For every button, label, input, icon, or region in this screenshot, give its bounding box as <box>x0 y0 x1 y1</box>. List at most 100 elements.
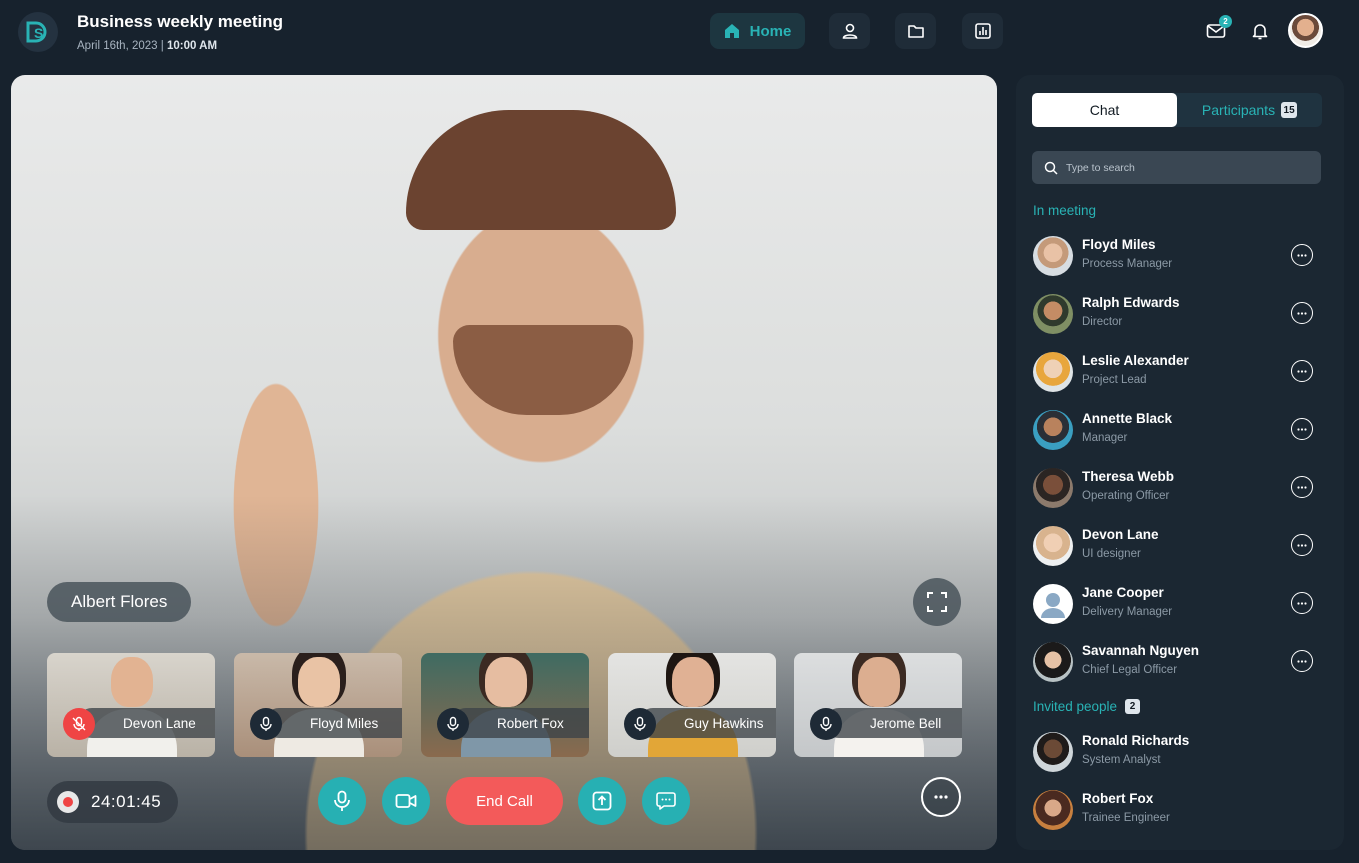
share-screen-button[interactable] <box>578 777 626 825</box>
nav-home-button[interactable]: Home <box>710 13 805 49</box>
tab-participants[interactable]: Participants 15 <box>1177 93 1322 127</box>
avatar <box>1033 732 1073 772</box>
tab-participants-label: Participants <box>1201 102 1276 118</box>
mic-button[interactable] <box>250 708 282 740</box>
speaker-video-hair <box>406 110 676 230</box>
more-icon <box>1297 427 1307 431</box>
participant-row[interactable]: Theresa Webb Operating Officer <box>1033 466 1323 510</box>
in-meeting-label: In meeting <box>1033 203 1097 218</box>
more-options-button[interactable] <box>921 777 961 817</box>
participant-row[interactable]: Annette Black Manager <box>1033 408 1323 452</box>
participant-video <box>298 657 340 707</box>
mic-icon <box>820 716 832 731</box>
avatar <box>1033 790 1073 830</box>
participant-row[interactable]: Ralph Edwards Director <box>1033 292 1323 336</box>
more-icon <box>1297 659 1307 663</box>
participant-more-button[interactable] <box>1291 360 1313 382</box>
mic-icon <box>634 716 646 731</box>
invited-row[interactable]: Robert Fox Trainee Engineer <box>1033 788 1323 832</box>
avatar <box>1033 468 1073 508</box>
participant-row[interactable]: Floyd Miles Process Manager <box>1033 234 1323 278</box>
mic-button[interactable] <box>437 708 469 740</box>
chart-icon <box>974 23 991 39</box>
camera-toggle-button[interactable] <box>382 777 430 825</box>
participant-video <box>858 657 900 707</box>
nav-folder-button[interactable] <box>895 13 936 49</box>
participant-row[interactable]: Leslie Alexander Project Lead <box>1033 350 1323 394</box>
participant-role: Manager <box>1082 432 1128 444</box>
avatar <box>1033 294 1073 334</box>
participant-more-button[interactable] <box>1291 592 1313 614</box>
nav-people-button[interactable] <box>829 13 870 49</box>
share-screen-icon <box>592 791 612 811</box>
participant-search <box>1032 151 1321 184</box>
mic-icon <box>260 716 272 731</box>
search-input[interactable] <box>1066 161 1296 174</box>
participant-name: Annette Black <box>1082 411 1173 426</box>
tab-chat[interactable]: Chat <box>1032 93 1177 127</box>
participant-row[interactable]: Devon Lane UI designer <box>1033 524 1323 568</box>
participant-name: Savannah Nguyen <box>1082 643 1200 658</box>
participant-more-button[interactable] <box>1291 302 1313 324</box>
participants-count-badge: 15 <box>1281 102 1298 118</box>
participant-thumbnail[interactable]: Robert Fox <box>421 653 589 757</box>
side-panel: Chat Participants 15 In meeting Floyd Mi… <box>1016 75 1344 850</box>
participant-thumbnail[interactable]: Floyd Miles <box>234 653 402 757</box>
avatar <box>1033 642 1073 682</box>
notifications-button[interactable] <box>1247 18 1273 44</box>
more-icon <box>1297 369 1307 373</box>
end-call-button[interactable]: End Call <box>446 777 563 825</box>
messages-button[interactable]: 2 <box>1203 15 1232 44</box>
invited-role: System Analyst <box>1082 754 1161 766</box>
participant-name: Leslie Alexander <box>1082 353 1189 368</box>
date-separator: | <box>160 40 164 52</box>
thumbnail-name: Jerome Bell <box>824 708 962 738</box>
panel-tabs: Chat Participants 15 <box>1032 93 1322 127</box>
folder-icon <box>907 25 924 38</box>
participant-row[interactable]: Savannah Nguyen Chief Legal Officer <box>1033 640 1323 684</box>
mic-toggle-button[interactable] <box>318 777 366 825</box>
search-icon <box>1044 161 1058 175</box>
participant-thumbnail[interactable]: Devon Lane <box>47 653 215 757</box>
participant-thumbnail[interactable]: Guy Hawkins <box>608 653 776 757</box>
avatar <box>1033 236 1073 276</box>
mic-off-icon <box>72 716 86 731</box>
invited-name: Ronald Richards <box>1082 733 1190 748</box>
mic-button[interactable] <box>624 708 656 740</box>
user-placeholder-icon <box>1041 593 1065 618</box>
nav-stats-button[interactable] <box>962 13 1003 49</box>
avatar <box>1033 352 1073 392</box>
participant-more-button[interactable] <box>1291 476 1313 498</box>
fullscreen-icon <box>927 592 947 612</box>
mic-button[interactable] <box>810 708 842 740</box>
bell-icon <box>1252 24 1268 40</box>
speaker-video-beard <box>453 325 633 415</box>
app-logo[interactable]: S <box>18 12 58 52</box>
thumbnail-name: Robert Fox <box>451 708 589 738</box>
participant-more-button[interactable] <box>1291 534 1313 556</box>
participant-more-button[interactable] <box>1291 418 1313 440</box>
svg-text:S: S <box>34 25 43 41</box>
chat-toggle-button[interactable] <box>642 777 690 825</box>
timer-value: 24:01:45 <box>91 792 162 811</box>
participant-role: UI designer <box>1082 548 1141 560</box>
participant-role: Project Lead <box>1082 374 1147 386</box>
participant-more-button[interactable] <box>1291 244 1313 266</box>
meeting-time: 10:00 AM <box>166 40 218 52</box>
mic-icon <box>334 790 350 811</box>
more-icon <box>1297 485 1307 489</box>
mic-off-button[interactable] <box>63 708 95 740</box>
nav-home-label: Home <box>749 22 792 40</box>
participant-role: Chief Legal Officer <box>1082 664 1178 676</box>
participant-thumbnail[interactable]: Jerome Bell <box>794 653 962 757</box>
invited-row[interactable]: Ronald Richards System Analyst <box>1033 730 1323 774</box>
participant-row[interactable]: Jane Cooper Delivery Manager <box>1033 582 1323 626</box>
more-icon <box>1297 311 1307 315</box>
more-icon <box>1297 601 1307 605</box>
thumbnail-name: Guy Hawkins <box>638 708 776 738</box>
fullscreen-button[interactable] <box>913 578 961 626</box>
user-avatar[interactable] <box>1288 13 1323 48</box>
participant-name: Jane Cooper <box>1082 585 1164 600</box>
participant-role: Delivery Manager <box>1082 606 1173 618</box>
participant-more-button[interactable] <box>1291 650 1313 672</box>
